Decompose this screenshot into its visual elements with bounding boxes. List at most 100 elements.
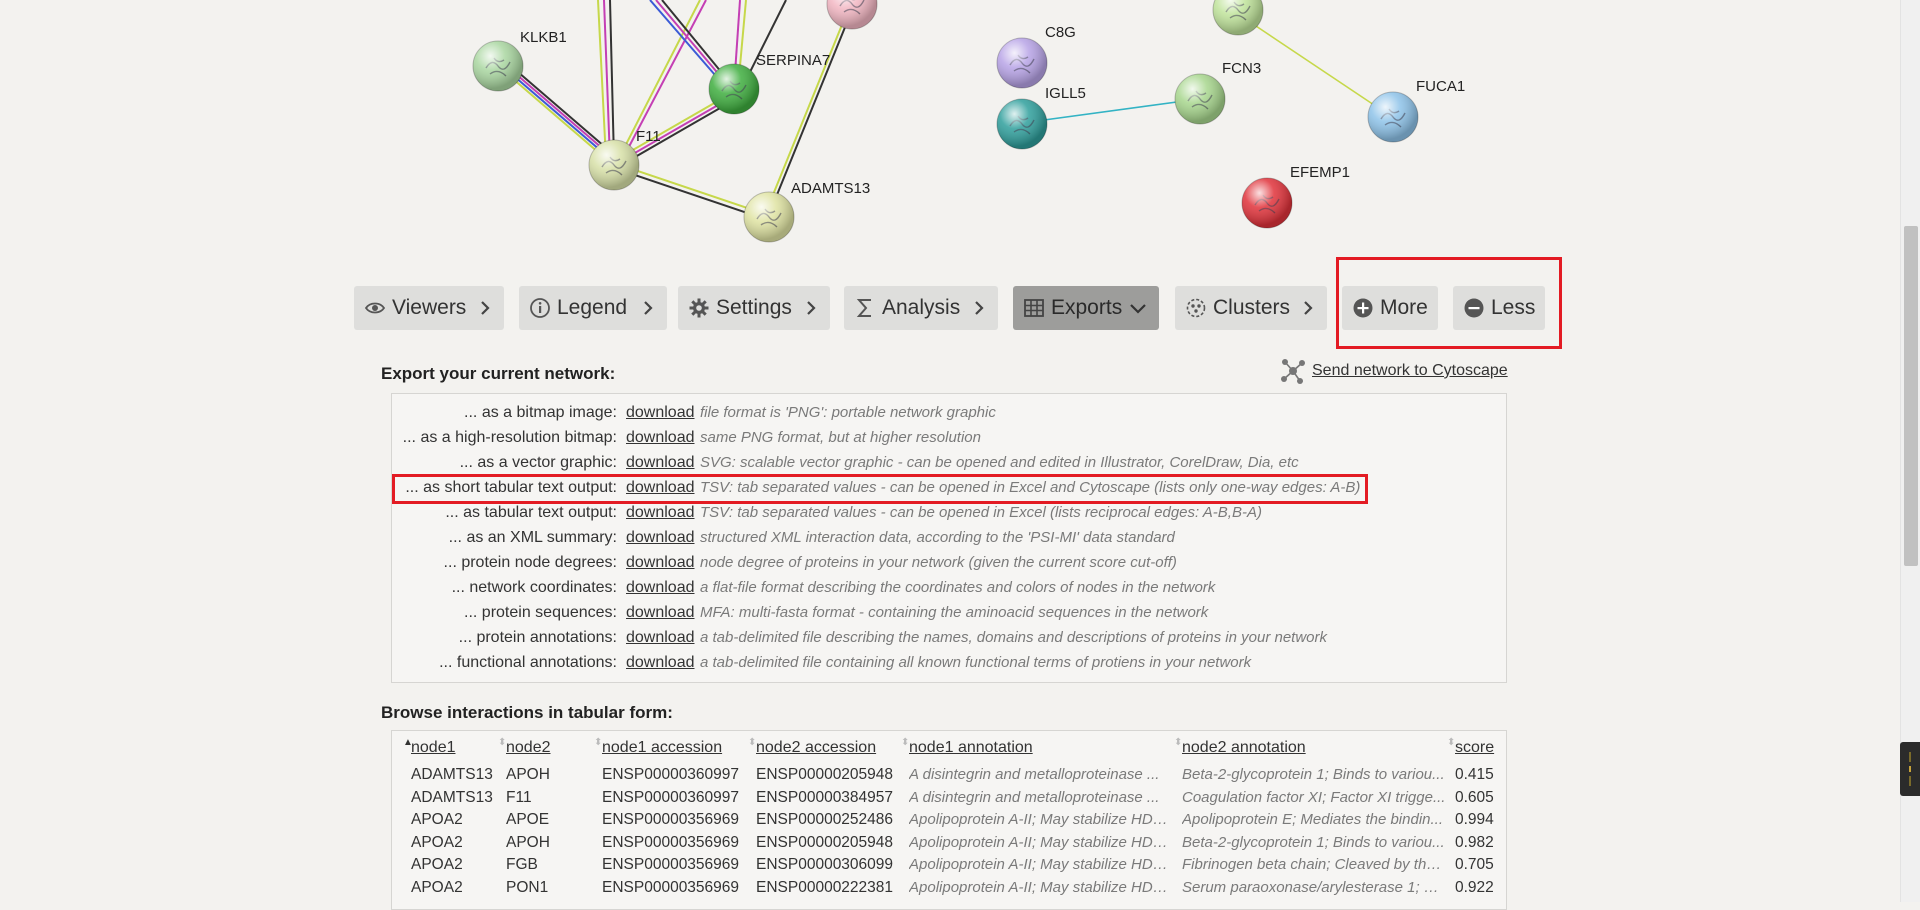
export-row-label: ... as tabular text output: xyxy=(445,503,617,521)
column-header[interactable]: ⬍ node2 accession xyxy=(748,737,876,757)
table-cell: ENSP00000222381 xyxy=(756,878,894,896)
table-cell: ENSP00000306099 xyxy=(756,856,894,873)
column-header[interactable]: ▲ node1 xyxy=(403,737,456,757)
table-row[interactable]: APOA2 FGB ENSP00000356969 ENSP00000306099 Ap… xyxy=(392,854,1506,876)
sort-icon: ⬍ xyxy=(1174,737,1183,748)
column-header[interactable]: ⬍ node1 accession xyxy=(594,737,722,757)
table-cell: APOE xyxy=(506,811,550,828)
table-cell: 0.605 xyxy=(1455,788,1494,806)
download-link[interactable]: download xyxy=(626,529,700,547)
network-node[interactable]: EFEMP1 xyxy=(1241,164,1350,229)
table-row[interactable]: APOA2 APOE ENSP00000356969 ENSP00000252486 A… xyxy=(392,809,1506,831)
table-row[interactable]: APOA2 PON1 ENSP00000356969 ENSP00000222381 A… xyxy=(392,877,1506,899)
analysis-button[interactable]: Analysis xyxy=(844,286,998,330)
table-cell: ENSP00000252486 xyxy=(756,811,894,828)
column-header-label: node2 annotation xyxy=(1182,739,1306,756)
table-cell: Apolipoprotein E; Mediates the bindin... xyxy=(1182,811,1443,828)
export-row-description: same PNG format, but at higher resolutio… xyxy=(700,429,981,446)
table-cell: ENSP00000360997 xyxy=(602,788,740,806)
network-graph[interactable]: KLKB1 SERPINA7 F11 ADAMTS13 C8G IGLL5 FCN3 FUCA… xyxy=(0,0,1900,260)
table-cell: Apolipoprotein A-II; May stabilize HDL..… xyxy=(909,856,1173,873)
network-node[interactable] xyxy=(826,0,878,30)
download-link[interactable]: download xyxy=(626,404,700,422)
table-cell: 0.982 xyxy=(1455,833,1494,851)
table-cell: ADAMTS13 xyxy=(411,766,493,783)
legend-button[interactable]: Legend xyxy=(519,286,667,330)
viewers-button[interactable]: Viewers xyxy=(354,286,504,330)
chevron-right-icon xyxy=(644,301,653,315)
interactions-table: ▲ node1 ⬍ node2 ⬍ node1 accession ⬍ node2 acces… xyxy=(391,730,1507,910)
network-node[interactable]: C8G xyxy=(996,24,1076,89)
node-label: EFEMP1 xyxy=(1290,164,1350,181)
table-cell: APOH xyxy=(506,766,550,783)
send-to-cytoscape-link[interactable]: Send network to Cytoscape xyxy=(1280,357,1508,385)
table-cell: 0.415 xyxy=(1455,766,1494,783)
viewers-label: Viewers xyxy=(392,296,467,319)
network-node[interactable]: IGLL5 xyxy=(996,85,1086,150)
column-header[interactable]: ⬍ node1 annotation xyxy=(901,737,1033,757)
node-label: KLKB1 xyxy=(520,29,567,46)
export-row-description: MFA: multi-fasta format - containing the… xyxy=(700,604,1209,621)
table-cell: APOA2 xyxy=(411,811,463,828)
exports-label: Exports xyxy=(1051,296,1123,319)
table-cell: 0.705 xyxy=(1455,856,1494,873)
scrollbar-thumb[interactable] xyxy=(1904,226,1918,566)
table-cell: 0.922 xyxy=(1455,878,1494,896)
chevron-right-icon xyxy=(1304,301,1313,315)
export-row: ... as an XML summary: download structured… xyxy=(392,525,1508,550)
column-header[interactable]: ⬍ node2 xyxy=(498,737,551,757)
column-header[interactable]: ⬍ score xyxy=(1447,737,1495,757)
chevron-right-icon xyxy=(975,301,984,315)
table-cell: F11 xyxy=(506,788,532,806)
export-row-description: a tab-delimited file containing all know… xyxy=(700,654,1252,671)
interactions-title: Browse interactions in tabular form: xyxy=(381,703,673,722)
settings-label: Settings xyxy=(716,296,792,319)
network-node[interactable] xyxy=(1212,0,1264,36)
exports-button[interactable]: Exports xyxy=(1013,286,1159,330)
table-icon xyxy=(1023,297,1045,319)
side-widget[interactable] xyxy=(1900,742,1920,796)
eye-icon xyxy=(364,297,386,319)
node-label: F11 xyxy=(636,128,661,145)
table-cell: ENSP00000356969 xyxy=(602,856,740,873)
download-link[interactable]: download xyxy=(626,504,700,522)
export-row-description: a flat-file format describing the coordi… xyxy=(700,579,1216,596)
table-row[interactable]: ADAMTS13 APOH ENSP00000360997 ENSP000002059… xyxy=(392,764,1506,786)
analysis-label: Analysis xyxy=(882,296,961,319)
export-row-description: a tab-delimited file describing the name… xyxy=(700,629,1327,646)
table-row[interactable]: APOA2 APOH ENSP00000356969 ENSP00000205948 A… xyxy=(392,832,1506,854)
export-list: ... as a bitmap image: download file forma… xyxy=(391,393,1507,683)
download-link[interactable]: download xyxy=(626,654,700,672)
column-header-label: score xyxy=(1455,739,1495,756)
download-link[interactable]: download xyxy=(626,629,700,647)
sort-icon: ▲ xyxy=(403,737,413,748)
network-node[interactable]: SERPINA7 xyxy=(708,52,830,115)
table-cell: APOA2 xyxy=(411,856,463,873)
table-cell: ENSP00000356969 xyxy=(602,878,740,896)
table-cell: Coagulation factor XI; Factor XI trigge.… xyxy=(1182,788,1446,806)
settings-button[interactable]: Settings xyxy=(678,286,830,330)
node-label: FCN3 xyxy=(1222,60,1261,77)
network-node[interactable]: FCN3 xyxy=(1174,60,1261,125)
export-row-label: ... as a high-resolution bitmap: xyxy=(402,428,617,446)
table-cell: ENSP00000205948 xyxy=(756,833,894,851)
table-row[interactable]: ADAMTS13 F11 ENSP00000360997 ENSP0000038495… xyxy=(392,787,1506,809)
chevron-right-icon xyxy=(481,301,490,315)
clusters-button[interactable]: Clusters xyxy=(1175,286,1327,330)
export-row-label: ... protein node degrees: xyxy=(443,553,617,571)
node-label: ADAMTS13 xyxy=(791,180,870,197)
node-label: IGLL5 xyxy=(1045,85,1086,102)
column-header-label: node1 xyxy=(411,739,456,756)
export-row: ... as a bitmap image: download file forma… xyxy=(392,400,1508,425)
network-node[interactable]: ADAMTS13 xyxy=(743,180,870,243)
column-header[interactable]: ⬍ node2 annotation xyxy=(1174,737,1306,757)
download-link[interactable]: download xyxy=(626,454,700,472)
download-link[interactable]: download xyxy=(626,579,700,597)
download-link[interactable]: download xyxy=(626,554,700,572)
table-cell: ENSP00000356969 xyxy=(602,833,740,851)
table-cell: 0.994 xyxy=(1455,811,1494,828)
network-node[interactable]: FUCA1 xyxy=(1367,78,1465,143)
download-link[interactable]: download xyxy=(626,604,700,622)
download-link[interactable]: download xyxy=(626,429,700,447)
node-label: FUCA1 xyxy=(1416,78,1465,95)
